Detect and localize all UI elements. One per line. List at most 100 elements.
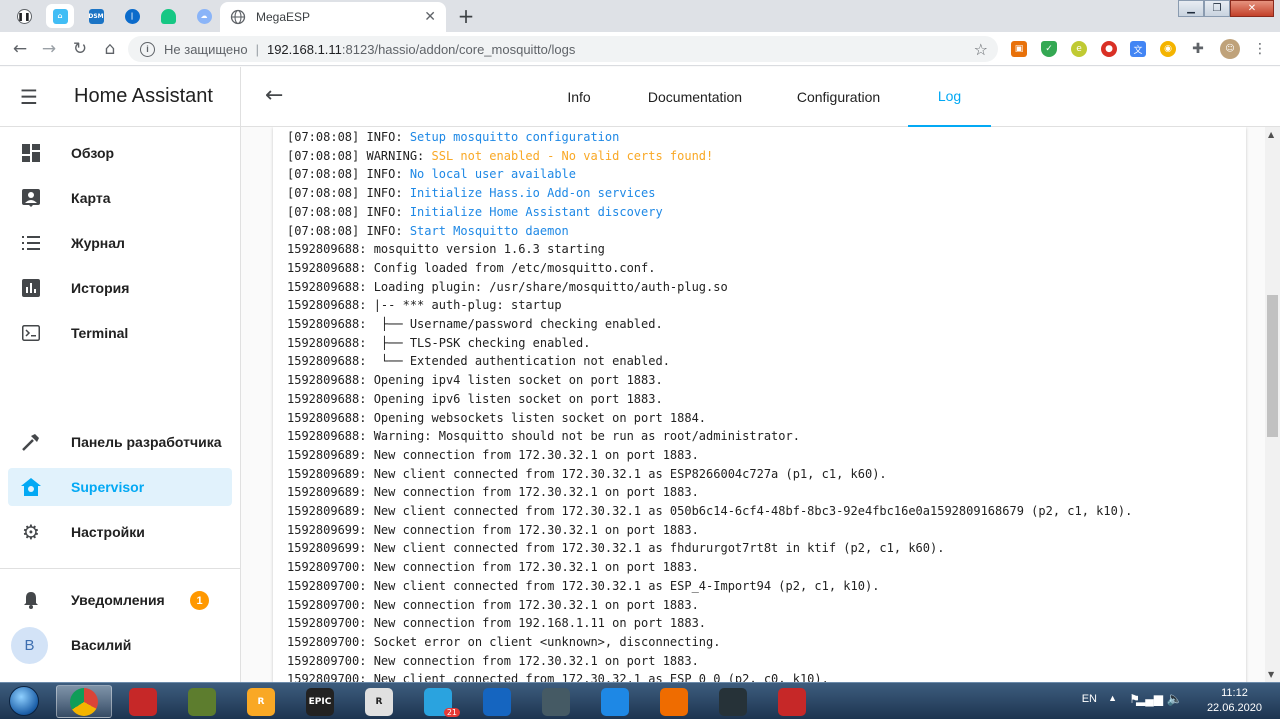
sidebar-item-history[interactable]: История bbox=[8, 269, 232, 307]
home-assistant-icon: ⌂ bbox=[52, 8, 68, 24]
log-line-message: No local user available bbox=[409, 167, 576, 182]
taskbar-app-game-app[interactable] bbox=[764, 685, 820, 718]
active-tab[interactable]: MegaESP ✕ bbox=[220, 2, 446, 32]
tab-info[interactable]: Info bbox=[551, 67, 607, 127]
taskbar-app-network-app[interactable] bbox=[469, 685, 525, 718]
forward-arrow-icon[interactable]: → bbox=[37, 37, 61, 61]
close-window-button[interactable]: ✕ bbox=[1230, 0, 1274, 17]
info-icon[interactable]: i bbox=[140, 41, 155, 57]
taskbar-app-tool-app[interactable] bbox=[528, 685, 584, 718]
scroll-down-arrow-icon[interactable]: ▼ bbox=[1268, 670, 1274, 679]
log-line-prefix: [07:08:08] INFO: bbox=[287, 204, 410, 219]
close-tab-icon[interactable]: ✕ bbox=[424, 9, 436, 25]
network-app-icon bbox=[483, 687, 511, 716]
taskbar-app-telegram[interactable]: 21 bbox=[410, 685, 466, 718]
log-card: [07:08:08] INFO: Setup mosquitto configu… bbox=[273, 127, 1246, 682]
log-line: 1592809700: Socket error on client <unkn… bbox=[287, 633, 1132, 652]
sidebar-item-developer-tools[interactable]: Панель разработчика bbox=[8, 423, 232, 461]
log-line-message: New connection from 172.30.32.1 on port … bbox=[373, 653, 699, 668]
log-line: 1592809688: Loading plugin: /usr/share/m… bbox=[287, 278, 1132, 297]
page-scrollbar[interactable]: ▲ ▼ bbox=[1265, 127, 1280, 682]
map-icon bbox=[20, 187, 42, 209]
browser-tab-strip: ❚❚ ⌂ DSM | ☁ MegaESP ✕ + ▁ ❐ ✕ bbox=[0, 0, 1280, 32]
network-signal-icon[interactable]: ▂▄▆ bbox=[1136, 692, 1163, 706]
log-line-prefix: 1592809688: bbox=[287, 242, 374, 257]
sidebar-item-settings[interactable]: ⚙ Настройки bbox=[8, 513, 232, 551]
taskbar-app-editor[interactable]: R bbox=[351, 685, 407, 718]
sidebar-item-terminal[interactable]: Terminal bbox=[8, 314, 232, 352]
dsm-tab[interactable]: DSM bbox=[82, 4, 110, 28]
pause-tab[interactable]: ❚❚ bbox=[10, 4, 38, 28]
pause-icon: ❚❚ bbox=[16, 8, 32, 24]
volume-icon[interactable]: 🔈 bbox=[1167, 691, 1183, 707]
show-hidden-icons-icon[interactable]: ▲ bbox=[1108, 693, 1117, 703]
translator-extension-icon[interactable]: 文 bbox=[1130, 41, 1146, 57]
sidebar-item-logbook[interactable]: Журнал bbox=[8, 224, 232, 262]
shield-extension-icon[interactable]: ✓ bbox=[1041, 41, 1057, 57]
scroll-up-arrow-icon[interactable]: ▲ bbox=[1268, 130, 1274, 139]
sidebar-item-map[interactable]: Карта bbox=[8, 179, 232, 217]
back-arrow-icon[interactable]: ← bbox=[265, 83, 283, 108]
sidebar: ☰ Home Assistant Обзор Карта Журнал Исто… bbox=[0, 67, 241, 682]
taskbar-clock[interactable]: 11:12 22.06.2020 bbox=[1207, 686, 1262, 716]
home-assistant-tab[interactable]: ⌂ bbox=[46, 4, 74, 28]
tab-configuration[interactable]: Configuration bbox=[788, 67, 889, 127]
stop-extension-icon[interactable]: ● bbox=[1101, 41, 1117, 57]
tool-app-icon bbox=[542, 687, 570, 716]
home-icon[interactable]: ⌂ bbox=[98, 37, 122, 61]
log-line-prefix: [07:08:08] INFO: bbox=[287, 223, 410, 238]
taskbar-app-ccleaner[interactable] bbox=[115, 685, 171, 718]
sidebar-item-overview[interactable]: Обзор bbox=[8, 134, 232, 172]
taskbar-app-minecraft[interactable] bbox=[174, 685, 230, 718]
green-app-tab[interactable] bbox=[154, 4, 182, 28]
reload-icon[interactable]: ↻ bbox=[68, 37, 92, 61]
log-line-prefix: 1592809688: bbox=[287, 279, 374, 294]
scrollbar-thumb[interactable] bbox=[1267, 295, 1278, 437]
taskbar-app-firefox[interactable] bbox=[646, 685, 702, 718]
translate-extension-icon[interactable]: ▣ bbox=[1011, 41, 1027, 57]
taskbar-app-rockstar[interactable]: R bbox=[233, 685, 289, 718]
start-button[interactable] bbox=[4, 684, 44, 718]
tab-log[interactable]: Log bbox=[908, 67, 991, 127]
log-line-prefix: 1592809688: bbox=[287, 260, 374, 275]
log-line-message: |-- *** auth-plug: startup bbox=[373, 298, 562, 313]
sidebar-item-label: Terminal bbox=[71, 325, 129, 341]
new-tab-button[interactable]: + bbox=[455, 4, 477, 28]
log-line: [07:08:08] WARNING: SSL not enabled - No… bbox=[287, 147, 1132, 166]
url-field[interactable]: i Не защищено | 192.168.1.11 :8123/hassi… bbox=[128, 36, 998, 62]
tab-documentation[interactable]: Documentation bbox=[641, 67, 749, 127]
minimize-button[interactable]: ▁ bbox=[1178, 0, 1204, 17]
epic-games-icon: EPIC bbox=[306, 687, 334, 716]
log-line-prefix: 1592809700: bbox=[287, 634, 374, 649]
taskbar-app-settings-app[interactable] bbox=[705, 685, 761, 718]
taskbar-app-chart-app[interactable] bbox=[587, 685, 643, 718]
sidebar-item-supervisor[interactable]: Supervisor bbox=[8, 468, 232, 506]
sidebar-item-label: Журнал bbox=[71, 235, 125, 251]
taskbar-app-chrome[interactable] bbox=[56, 685, 112, 718]
menu-toggle-icon[interactable]: ☰ bbox=[20, 85, 40, 109]
kebab-menu-icon[interactable]: ⋮ bbox=[1252, 41, 1268, 57]
log-line: 1592809700: New client connected from 17… bbox=[287, 670, 1132, 682]
log-line: 1592809688: └── Extended authentication … bbox=[287, 352, 1132, 371]
onepassword-tab[interactable]: | bbox=[118, 4, 146, 28]
log-line: 1592809699: New client connected from 17… bbox=[287, 539, 1132, 558]
log-line-prefix: 1592809700: bbox=[287, 616, 374, 631]
log-line: [07:08:08] INFO: Setup mosquitto configu… bbox=[287, 128, 1132, 147]
sidebar-item-label: Настройки bbox=[71, 524, 145, 540]
active-tab-title: MegaESP bbox=[256, 10, 311, 24]
log-content-area: [07:08:08] INFO: Setup mosquitto configu… bbox=[241, 127, 1265, 682]
back-arrow-icon[interactable]: ← bbox=[8, 37, 32, 61]
rockstar-icon: R bbox=[247, 687, 275, 716]
log-line: 1592809700: New connection from 172.30.3… bbox=[287, 558, 1132, 577]
yellow-extension-icon[interactable]: e bbox=[1071, 41, 1087, 57]
bookmark-star-icon[interactable]: ☆ bbox=[974, 40, 988, 59]
cloud-tab[interactable]: ☁ bbox=[190, 4, 218, 28]
maximize-button[interactable]: ❐ bbox=[1204, 0, 1230, 17]
picture-extension-icon[interactable]: ◉ bbox=[1160, 41, 1176, 57]
avatar[interactable]: В bbox=[11, 627, 48, 664]
taskbar-app-epic-games[interactable]: EPIC bbox=[292, 685, 348, 718]
profile-avatar-icon[interactable]: ☺ bbox=[1220, 39, 1240, 59]
extensions-puzzle-icon[interactable]: ✚ bbox=[1190, 41, 1206, 57]
sidebar-item-label: История bbox=[71, 280, 130, 296]
language-indicator[interactable]: EN bbox=[1082, 693, 1097, 705]
